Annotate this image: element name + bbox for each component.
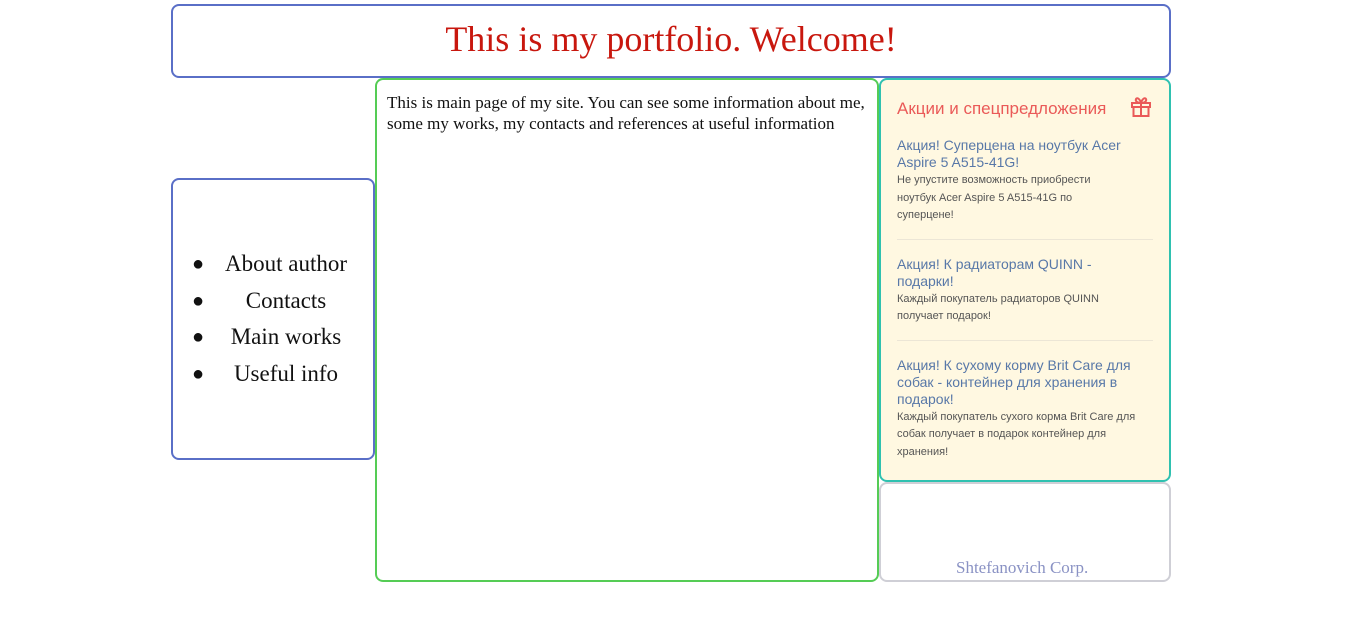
- gift-icon: [1129, 94, 1153, 123]
- sidebar-nav: ● About author ● Contacts ● Main works ●…: [171, 178, 375, 460]
- nav-link-main-works[interactable]: Main works: [231, 324, 342, 349]
- header: This is my portfolio. Welcome!: [171, 4, 1171, 78]
- main-text: This is main page of my site. You can se…: [387, 93, 865, 133]
- nav-item-main-works[interactable]: ● Main works: [192, 319, 373, 356]
- nav-list: ● About author ● Contacts ● Main works ●…: [173, 246, 373, 392]
- nav-link-contacts[interactable]: Contacts: [246, 288, 327, 313]
- promo-description: Каждый покупатель радиаторов QUINN получ…: [897, 292, 1099, 323]
- promo-description: Каждый покупатель сухого корма Brit Care…: [897, 410, 1136, 458]
- nav-item-contacts[interactable]: ● Contacts: [192, 283, 373, 320]
- bullet-icon: ●: [192, 362, 205, 385]
- bullet-icon: ●: [192, 326, 205, 348]
- bullet-icon: ●: [192, 253, 205, 275]
- footer-copyright: Shtefanovich Corp.: [956, 558, 1089, 577]
- promo-link[interactable]: Акция! К радиаторам QUINN - подарки!: [897, 256, 1147, 290]
- promo-link[interactable]: Акция! К сухому корму Brit Care для соба…: [897, 357, 1147, 408]
- nav-item-useful-info[interactable]: ● Useful info: [192, 356, 373, 393]
- promo-item: Акция! К радиаторам QUINN - подарки! Каж…: [897, 256, 1153, 341]
- page-title: This is my portfolio. Welcome!: [445, 19, 897, 59]
- promo-link[interactable]: Акция! Суперцена на ноутбук Acer Aspire …: [897, 137, 1147, 171]
- nav-link-useful-info[interactable]: Useful info: [234, 361, 338, 386]
- promo-widget: Акции и спецпредложения Акция! Суперцена…: [879, 78, 1171, 482]
- promo-item: Акция! Суперцена на ноутбук Acer Aspire …: [897, 137, 1153, 240]
- bullet-icon: ●: [192, 289, 205, 312]
- promo-header: Акции и спецпредложения: [897, 94, 1153, 123]
- promo-description: Не упустите возможность приобрести ноутб…: [897, 174, 1091, 221]
- footer: Shtefanovich Corp.: [879, 482, 1171, 582]
- nav-item-about-author[interactable]: ● About author: [192, 246, 373, 283]
- main-content: This is main page of my site. You can se…: [375, 78, 879, 582]
- nav-link-about-author[interactable]: About author: [225, 251, 347, 276]
- promo-title: Акции и спецпредложения: [897, 98, 1107, 118]
- promo-item: Акция! К сухому корму Brit Care для соба…: [897, 357, 1153, 476]
